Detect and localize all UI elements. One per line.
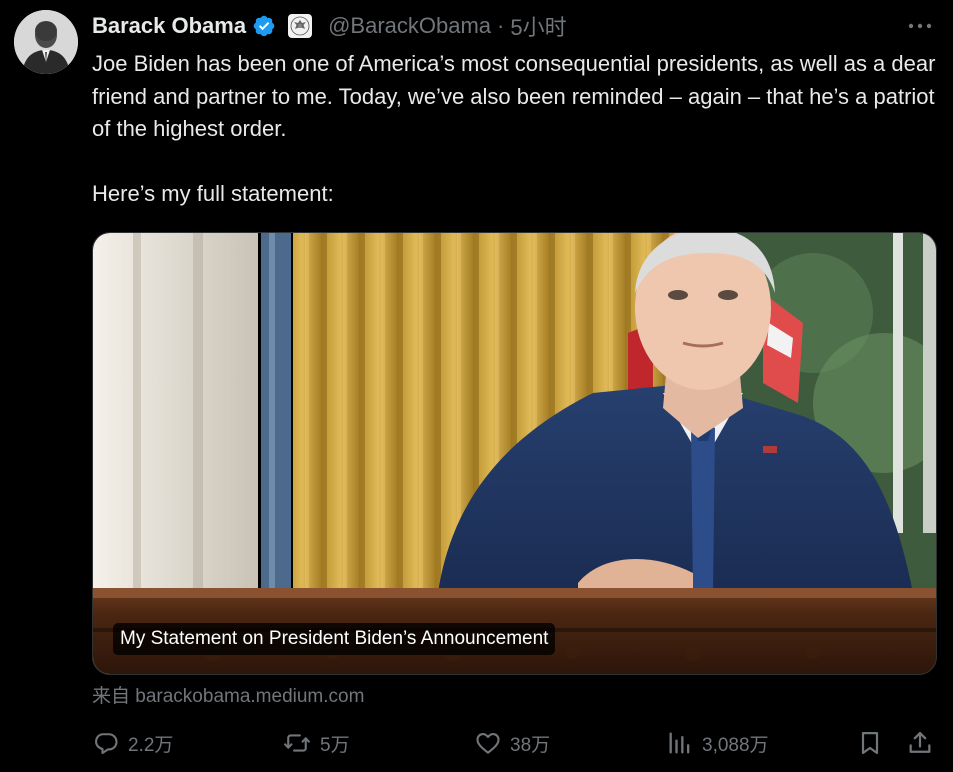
bookmark-button[interactable] [856, 726, 884, 760]
us-seal-icon[interactable] [288, 14, 313, 38]
separator-dot: · [497, 13, 505, 38]
views-count: 3,088万 [702, 734, 769, 756]
tweet-text: Joe Biden has been one of America’s most… [92, 51, 936, 206]
display-name[interactable]: Barack Obama [92, 13, 246, 39]
reply-icon [92, 729, 120, 757]
action-bar: 2.2万 5万 38万 3,088万 [92, 726, 942, 760]
tweet[interactable]: Barack Obama @BarackObama · 5小时 Joe Bide… [0, 0, 953, 772]
avatar[interactable] [14, 10, 78, 74]
like-button[interactable]: 38万 [474, 726, 550, 760]
reply-count: 2.2万 [128, 734, 174, 756]
timestamp[interactable]: 5小时 [510, 10, 566, 42]
share-button[interactable] [906, 726, 934, 760]
like-count: 38万 [510, 734, 551, 756]
views-button[interactable]: 3,088万 [666, 726, 769, 760]
link-source[interactable]: 来自 barackobama.medium.com [92, 681, 364, 708]
reply-button[interactable]: 2.2万 [92, 726, 173, 760]
repost-button[interactable]: 5万 [282, 726, 350, 760]
link-card[interactable]: My Statement on President Biden’s Announ… [92, 232, 937, 675]
handle[interactable]: @BarackObama [328, 13, 491, 39]
bookmark-icon [856, 729, 884, 757]
share-icon [906, 729, 934, 757]
card-image [93, 233, 936, 674]
repost-count: 5万 [320, 734, 350, 756]
more-icon[interactable] [905, 14, 935, 38]
tweet-header: Barack Obama @BarackObama · 5小时 [92, 10, 567, 42]
views-icon [666, 729, 694, 757]
verified-badge-icon[interactable] [252, 14, 276, 38]
card-caption[interactable]: My Statement on President Biden’s Announ… [113, 623, 556, 655]
repost-icon [282, 729, 312, 757]
like-icon [474, 729, 502, 757]
